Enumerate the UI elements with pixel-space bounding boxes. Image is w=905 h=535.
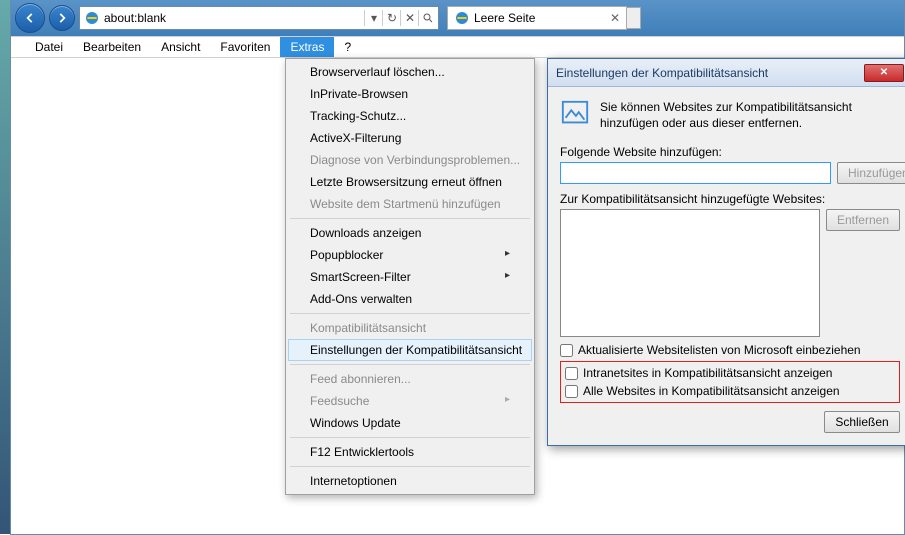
menu-item[interactable]: InPrivate-Browsen bbox=[288, 83, 532, 105]
menu-item[interactable]: Internetoptionen bbox=[288, 470, 532, 492]
menu-item[interactable]: F12 Entwicklertools bbox=[288, 441, 532, 463]
add-button[interactable]: Hinzufügen bbox=[837, 162, 905, 184]
menu-bearbeiten[interactable]: Bearbeiten bbox=[73, 37, 151, 57]
menu-datei[interactable]: Datei bbox=[25, 37, 73, 57]
address-bar: ▾ ↻ ✕ bbox=[79, 6, 439, 30]
nav-bar: ▾ ↻ ✕ Leere Seite ✕ bbox=[11, 0, 904, 36]
stop-icon[interactable]: ✕ bbox=[400, 10, 416, 26]
ie-logo-icon bbox=[84, 10, 100, 26]
browser-tab[interactable]: Leere Seite ✕ bbox=[447, 6, 627, 30]
dropdown-icon[interactable]: ▾ bbox=[364, 10, 380, 26]
dialog-info-text: Sie können Websites zur Kompatibilitätsa… bbox=[600, 99, 900, 131]
website-list-label: Zur Kompatibilitätsansicht hinzugefügte … bbox=[560, 192, 900, 206]
close-button[interactable]: Schließen bbox=[824, 411, 900, 433]
page-content: Browserverlauf löschen...InPrivate-Brows… bbox=[11, 58, 904, 534]
remove-button[interactable]: Entfernen bbox=[826, 209, 900, 231]
menu-separator bbox=[290, 313, 530, 314]
menu-favoriten[interactable]: Favoriten bbox=[210, 37, 280, 57]
menu-item[interactable]: ActiveX-Filterung bbox=[288, 127, 532, 149]
tab-strip: Leere Seite ✕ bbox=[447, 6, 641, 30]
menu-item[interactable]: Add-Ons verwalten bbox=[288, 288, 532, 310]
menu-extras[interactable]: Extras bbox=[280, 37, 334, 57]
dialog-title: Einstellungen der Kompatibilitätsansicht bbox=[556, 66, 864, 80]
menu-item[interactable]: Browserverlauf löschen... bbox=[288, 61, 532, 83]
forward-button[interactable] bbox=[49, 5, 75, 31]
menu-item: Feedsuche bbox=[288, 390, 532, 412]
menu-item[interactable]: Popupblocker bbox=[288, 244, 532, 266]
include-ms-lists-checkbox[interactable] bbox=[560, 344, 573, 357]
intranet-compat-label: Intranetsites in Kompatibilitätsansicht … bbox=[583, 366, 832, 380]
new-tab-button[interactable] bbox=[627, 7, 641, 29]
menu-item[interactable]: Windows Update bbox=[288, 412, 532, 434]
dialog-close-button[interactable]: ✕ bbox=[864, 64, 904, 82]
websites-listbox[interactable] bbox=[560, 209, 820, 337]
intranet-compat-checkbox[interactable] bbox=[565, 367, 578, 380]
menu-item[interactable]: SmartScreen-Filter bbox=[288, 266, 532, 288]
tab-title: Leere Seite bbox=[474, 11, 535, 25]
dialog-titlebar[interactable]: Einstellungen der Kompatibilitätsansicht… bbox=[548, 59, 905, 87]
menu-?[interactable]: ? bbox=[334, 37, 361, 57]
refresh-icon[interactable]: ↻ bbox=[382, 10, 398, 26]
menu-separator bbox=[290, 218, 530, 219]
all-sites-compat-checkbox[interactable] bbox=[565, 385, 578, 398]
add-website-label: Folgende Website hinzufügen: bbox=[560, 145, 900, 159]
close-tab-icon[interactable]: ✕ bbox=[610, 11, 620, 25]
menu-bar: DateiBearbeitenAnsichtFavoritenExtras? bbox=[11, 36, 904, 58]
compat-settings-dialog: Einstellungen der Kompatibilitätsansicht… bbox=[547, 58, 905, 446]
extras-dropdown-menu: Browserverlauf löschen...InPrivate-Brows… bbox=[285, 58, 535, 495]
highlighted-options: Intranetsites in Kompatibilitätsansicht … bbox=[560, 361, 900, 403]
menu-item[interactable]: Tracking-Schutz... bbox=[288, 105, 532, 127]
menu-item[interactable]: Downloads anzeigen bbox=[288, 222, 532, 244]
url-input[interactable] bbox=[104, 11, 360, 25]
menu-separator bbox=[290, 364, 530, 365]
menu-separator bbox=[290, 466, 530, 467]
menu-ansicht[interactable]: Ansicht bbox=[151, 37, 210, 57]
menu-item: Diagnose von Verbindungsproblemen... bbox=[288, 149, 532, 171]
compat-info-icon bbox=[560, 99, 590, 129]
back-button[interactable] bbox=[15, 3, 45, 33]
menu-item: Website dem Startmenü hinzufügen bbox=[288, 193, 532, 215]
menu-item[interactable]: Letzte Browsersitzung erneut öffnen bbox=[288, 171, 532, 193]
menu-item: Kompatibilitätsansicht bbox=[288, 317, 532, 339]
menu-separator bbox=[290, 437, 530, 438]
include-ms-lists-label: Aktualisierte Websitelisten von Microsof… bbox=[578, 343, 861, 357]
menu-item[interactable]: Einstellungen der Kompatibilitätsansicht bbox=[288, 339, 532, 361]
menu-item: Feed abonnieren... bbox=[288, 368, 532, 390]
search-icon[interactable] bbox=[418, 10, 434, 26]
ie-logo-icon bbox=[454, 10, 470, 26]
add-website-input[interactable] bbox=[560, 162, 831, 184]
all-sites-compat-label: Alle Websites in Kompatibilitätsansicht … bbox=[583, 384, 840, 398]
